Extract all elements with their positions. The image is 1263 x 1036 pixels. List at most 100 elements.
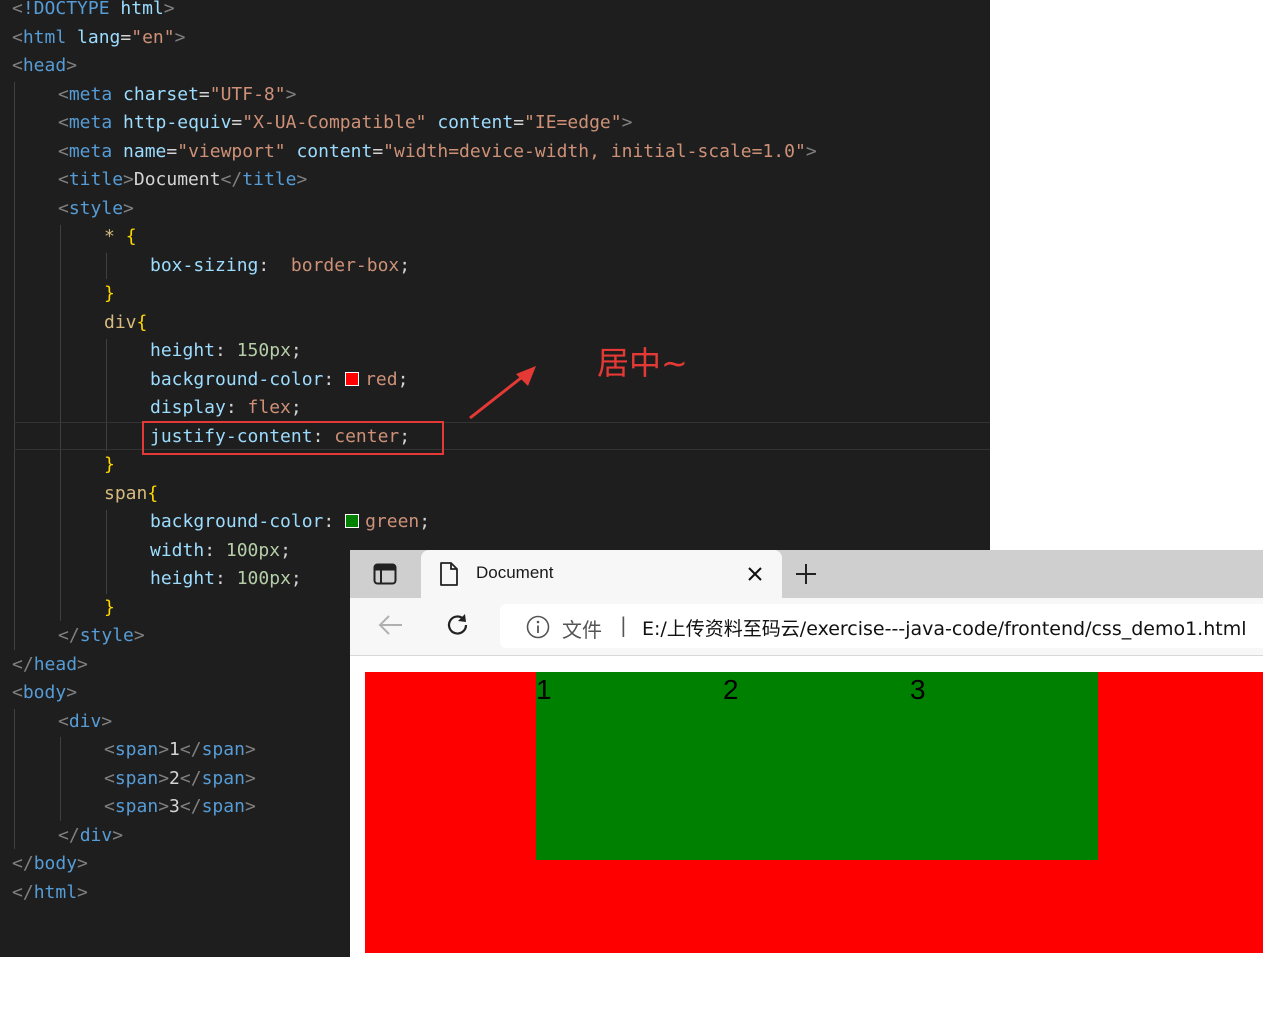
code-line: <span>3</span> xyxy=(104,796,256,817)
indent-guide xyxy=(60,737,61,821)
code-token: height xyxy=(150,568,216,589)
code-line: <span>2</span> xyxy=(104,768,256,789)
code-token: green xyxy=(365,511,420,532)
code-line: </body> xyxy=(12,853,88,874)
code-line: <style> xyxy=(58,198,134,219)
tab-document[interactable]: Document xyxy=(421,550,782,598)
address-bar[interactable]: 文件 | E:/上传资料至码云/exercise---java-code/fro… xyxy=(500,604,1263,648)
code-token: html xyxy=(22,27,67,48)
indent-guide xyxy=(106,510,107,594)
code-token: "X-UA-Compatible" xyxy=(242,112,427,133)
code-line: </head> xyxy=(12,654,88,675)
demo-span-1: 1 xyxy=(536,674,552,705)
close-icon xyxy=(748,567,762,581)
indent-guide xyxy=(14,82,15,650)
code-token: width xyxy=(150,540,205,561)
file-icon xyxy=(440,562,458,586)
code-token: html xyxy=(33,882,78,903)
url-scheme-label: 文件 xyxy=(562,618,602,642)
code-line: display: flex; xyxy=(150,397,302,418)
code-token: span xyxy=(201,739,245,760)
code-token: 100px xyxy=(236,568,291,589)
code-token: div xyxy=(104,312,137,333)
code-token: lang xyxy=(77,27,121,48)
back-arrow-icon xyxy=(378,615,402,635)
code-line: <meta http-equiv="X-UA-Compatible" conte… xyxy=(58,112,633,133)
navigation-bar: 文件 | E:/上传资料至码云/exercise---java-code/fro… xyxy=(350,598,1263,656)
code-token: head xyxy=(22,55,67,76)
code-line: } xyxy=(104,454,115,475)
code-line: <html lang="en"> xyxy=(12,27,186,48)
code-token: name xyxy=(123,141,167,162)
code-line: <meta charset="UTF-8"> xyxy=(58,84,297,105)
url-text[interactable]: E:/上传资料至码云/exercise---java-code/frontend… xyxy=(642,614,1247,641)
doctype-keyword: !DOCTYPE xyxy=(22,0,110,19)
code-line: <!DOCTYPE html> xyxy=(12,0,175,19)
code-token: * xyxy=(104,226,115,247)
highlight-box xyxy=(142,421,444,455)
code-token: box-sizing xyxy=(150,255,259,276)
browser-window: Document 文件 | E:/上传资料至码云/exercise---java… xyxy=(350,550,1263,957)
code-token: style xyxy=(68,198,124,219)
close-tab-button[interactable] xyxy=(743,562,767,586)
code-token: html xyxy=(120,0,164,19)
page-viewport: 1 2 3 xyxy=(350,657,1263,957)
reload-button[interactable] xyxy=(445,612,471,642)
code-line: width: 100px; xyxy=(150,540,291,561)
tab-actions-button[interactable] xyxy=(372,562,398,586)
code-token: content xyxy=(296,141,373,162)
code-token: span xyxy=(201,796,245,817)
code-line: height: 100px; xyxy=(150,568,302,589)
green-color-swatch[interactable] xyxy=(345,514,360,528)
code-token: background-color xyxy=(150,511,324,532)
code-line: } xyxy=(104,597,115,618)
code-token: http-equiv xyxy=(123,112,232,133)
code-token: 100px xyxy=(225,540,281,561)
demo-flex-div: 1 2 3 xyxy=(365,672,1263,953)
code-token: meta xyxy=(68,141,113,162)
code-line: } xyxy=(104,283,115,304)
reload-icon xyxy=(447,614,468,635)
code-token: "IE=edge" xyxy=(524,112,622,133)
code-line: </html> xyxy=(12,882,88,903)
code-token: height xyxy=(150,340,216,361)
code-token: title xyxy=(242,169,297,190)
demo-span-2: 2 xyxy=(723,674,739,705)
code-token: "UTF-8" xyxy=(209,84,286,105)
back-button[interactable] xyxy=(378,614,404,640)
code-token: content xyxy=(437,112,514,133)
annotation-arrow-icon xyxy=(469,366,536,420)
code-token: 3 xyxy=(169,796,180,817)
code-token: display xyxy=(150,397,226,418)
demo-span-3: 3 xyxy=(910,674,926,705)
red-color-swatch[interactable] xyxy=(345,372,360,386)
code-line: box-sizing: border-box; xyxy=(150,255,411,276)
new-tab-button[interactable] xyxy=(792,560,820,588)
code-token: 2 xyxy=(169,768,180,789)
code-token: red xyxy=(365,369,398,390)
code-line: height: 150px; xyxy=(150,340,302,361)
code-line: <meta name="viewport" content="width=dev… xyxy=(58,141,817,162)
code-line: div{ xyxy=(104,312,148,333)
code-line: * { xyxy=(104,226,137,247)
tab-title: Document xyxy=(476,563,554,582)
indent-guide xyxy=(14,709,15,849)
code-line: <body> xyxy=(12,682,78,703)
code-line: background-color: red; xyxy=(150,369,409,390)
code-token: meta xyxy=(68,84,113,105)
tab-actions-icon xyxy=(373,563,397,585)
code-token: background-color xyxy=(150,369,324,390)
code-line: </div> xyxy=(58,825,124,846)
code-token: 1 xyxy=(169,739,180,760)
code-token: span xyxy=(104,483,148,504)
code-line: <div> xyxy=(58,711,113,732)
code-line: <head> xyxy=(12,55,78,76)
info-icon[interactable] xyxy=(526,615,550,639)
code-token: title xyxy=(68,169,124,190)
plus-icon xyxy=(796,564,816,584)
code-token: Document xyxy=(133,169,221,190)
code-token: span xyxy=(201,768,245,789)
code-token: span xyxy=(114,796,159,817)
code-token: "width=device-width, initial-scale=1.0" xyxy=(383,141,806,162)
code-token: head xyxy=(33,654,78,675)
